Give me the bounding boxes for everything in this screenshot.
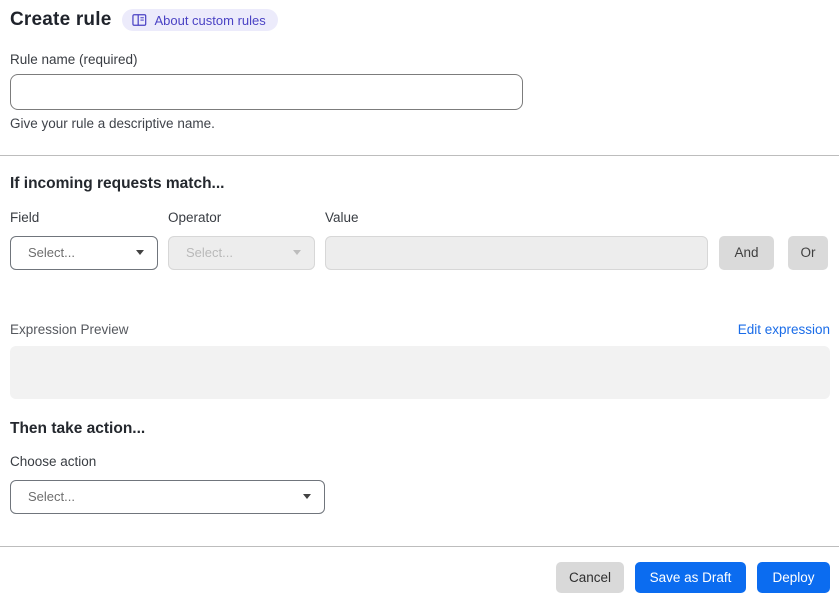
footer-actions: Cancel Save as Draft Deploy (0, 561, 839, 593)
field-select[interactable]: Select... (10, 235, 158, 270)
field-select-value: Select... (28, 245, 75, 261)
rule-name-help: Give your rule a descriptive name. (10, 115, 215, 131)
rule-name-label: Rule name (required) (10, 52, 138, 67)
about-link-label: About custom rules (154, 12, 266, 28)
deploy-button[interactable]: Deploy (757, 561, 830, 593)
operator-select: Select... (168, 235, 315, 270)
and-button[interactable]: And (719, 235, 774, 270)
rule-name-input[interactable] (10, 73, 523, 110)
choose-action-label: Choose action (10, 453, 97, 469)
divider (0, 154, 839, 156)
match-section-heading: If incoming requests match... (10, 174, 225, 192)
value-input (325, 235, 708, 270)
create-rule-page: Create rule About custom rules Rule name… (0, 9, 839, 593)
page-title: Create rule (10, 9, 112, 30)
chevron-down-icon (136, 250, 144, 256)
save-as-draft-button[interactable]: Save as Draft (635, 561, 746, 593)
divider (0, 545, 839, 547)
choose-action-value: Select... (28, 489, 75, 505)
expression-preview-box (10, 345, 830, 399)
chevron-down-icon (303, 494, 311, 500)
about-custom-rules-link[interactable]: About custom rules (122, 9, 278, 31)
or-button[interactable]: Or (788, 235, 828, 270)
cancel-button[interactable]: Cancel (556, 561, 624, 593)
value-label: Value (325, 209, 359, 225)
book-icon (132, 13, 147, 27)
expression-preview-label: Expression Preview (10, 321, 129, 337)
field-label: Field (10, 209, 40, 225)
action-section-heading: Then take action... (10, 419, 146, 437)
operator-label: Operator (168, 209, 222, 225)
edit-expression-link[interactable]: Edit expression (738, 322, 830, 337)
chevron-down-icon (293, 250, 301, 256)
operator-select-value: Select... (186, 245, 233, 261)
choose-action-select[interactable]: Select... (10, 479, 325, 514)
page-header: Create rule About custom rules (0, 9, 839, 31)
